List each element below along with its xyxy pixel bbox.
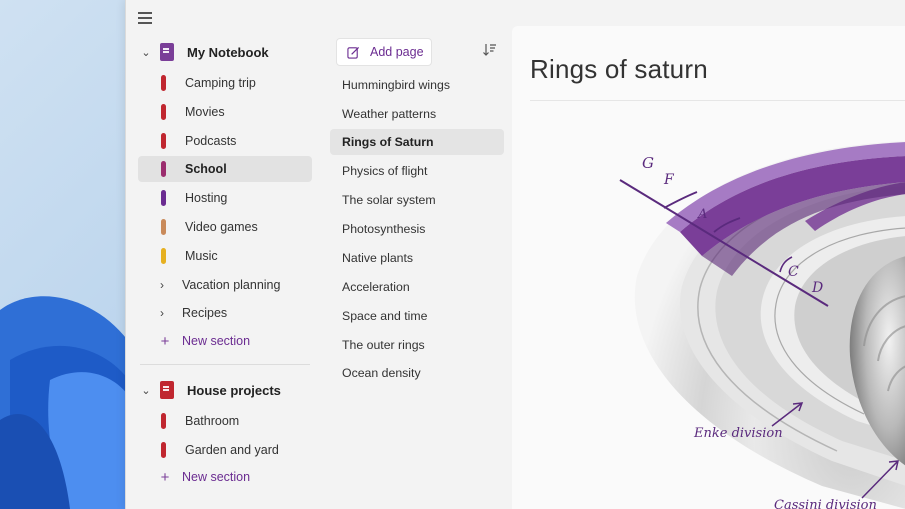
plus-icon: + [160,332,170,350]
page-label: Space and time [342,309,428,323]
notebook-title: My Notebook [187,44,269,60]
section-item-selected[interactable]: School [138,156,312,182]
notebook-title: House projects [187,382,281,398]
notebook-icon [160,43,174,61]
page-item[interactable]: Space and time [330,303,504,329]
section-label: Hosting [185,191,228,205]
chevron-right-icon[interactable]: › [160,306,166,320]
section-label: Podcasts [185,134,237,148]
chevron-down-icon[interactable]: ⌄ [140,46,152,59]
title-divider [530,100,905,101]
section-item[interactable]: Movies [138,99,312,125]
sort-icon[interactable] [482,42,498,58]
section-label: Camping trip [185,76,256,90]
section-label: Vacation planning [182,278,281,292]
page-canvas[interactable]: Rings of saturn G F A C D Enke division … [512,26,905,509]
page-label: Rings of Saturn [342,135,434,149]
section-label: Recipes [182,306,228,320]
section-tab-icon [161,161,166,177]
section-label: School [185,162,227,176]
page-label: Weather patterns [342,107,437,121]
section-item[interactable]: Video games [138,214,312,240]
section-tab-icon [161,104,166,120]
section-item[interactable]: Camping trip [138,70,312,96]
page-label: Physics of flight [342,164,428,178]
section-group[interactable]: › Vacation planning [138,272,312,298]
chevron-right-icon[interactable]: › [160,278,166,292]
section-tab-icon [161,413,166,429]
page-label: Native plants [342,251,414,265]
section-label: Movies [185,105,225,119]
page-label: Acceleration [342,280,410,294]
section-label: Music [185,249,218,263]
section-item[interactable]: Garden and yard [138,437,312,463]
section-tab-icon [161,133,166,149]
divider [140,364,310,365]
section-label: Video games [185,220,258,234]
windows-bloom-graphic [0,296,140,509]
pages-pane: Add page Hummingbird wings Weather patte… [322,0,512,509]
section-item[interactable]: Music [138,243,312,269]
page-item[interactable]: Hummingbird wings [330,72,504,98]
plus-icon: + [160,468,170,486]
page-label: Photosynthesis [342,222,426,236]
ring-label-c: C [788,264,799,280]
page-item[interactable]: Native plants [330,245,504,271]
notebook-icon [160,381,174,399]
ring-label-f: F [663,172,675,188]
section-label: Bathroom [185,414,240,428]
section-tab-icon [161,219,166,235]
encke-division-label: Enke division [693,426,783,441]
chevron-down-icon[interactable]: ⌄ [140,384,152,397]
ring-label-d: D [811,280,823,296]
page-label: The outer rings [342,338,425,352]
notebook-house-projects[interactable]: ⌄ House projects [126,376,322,404]
section-item[interactable]: Bathroom [138,408,312,434]
add-page-label: Add page [370,45,424,59]
page-label: The solar system [342,193,436,207]
page-item[interactable]: The solar system [330,187,504,213]
ring-label-g: G [642,154,654,172]
section-tab-icon [161,248,166,264]
hamburger-icon[interactable] [138,12,152,24]
section-item[interactable]: Hosting [138,185,312,211]
page-title[interactable]: Rings of saturn [530,54,708,85]
page-label: Ocean density [342,366,421,380]
page-item[interactable]: The outer rings [330,332,504,358]
page-item-selected[interactable]: Rings of Saturn [330,129,504,155]
new-section-label: New section [182,334,251,348]
section-label: Garden and yard [185,443,279,457]
page-item[interactable]: Acceleration [330,274,504,300]
notebook-my-notebook[interactable]: ⌄ My Notebook [126,38,322,66]
section-tab-icon [161,190,166,206]
section-group[interactable]: › Recipes [138,300,312,326]
page-label: Hummingbird wings [342,78,450,92]
page-item[interactable]: Weather patterns [330,101,504,127]
page-item[interactable]: Physics of flight [330,158,504,184]
saturn-ring-drawing: G F A C D Enke division Cassini division [619,141,905,509]
page-item[interactable]: Photosynthesis [330,216,504,242]
new-section-button[interactable]: + New section [138,329,250,353]
onenote-window: ⌄ My Notebook Camping trip Movies Podcas… [125,0,905,509]
section-tab-icon [161,442,166,458]
cassini-division-label: Cassini division [774,498,877,509]
add-page-button[interactable]: Add page [336,38,432,66]
section-tab-icon [161,75,166,91]
new-section-button[interactable]: + New section [138,465,250,489]
section-item[interactable]: Podcasts [138,128,312,154]
add-page-icon [347,46,360,59]
new-section-label: New section [182,470,251,484]
notebook-sidebar: ⌄ My Notebook Camping trip Movies Podcas… [126,0,322,509]
ring-label-a: A [697,207,707,222]
page-item[interactable]: Ocean density [330,360,504,386]
